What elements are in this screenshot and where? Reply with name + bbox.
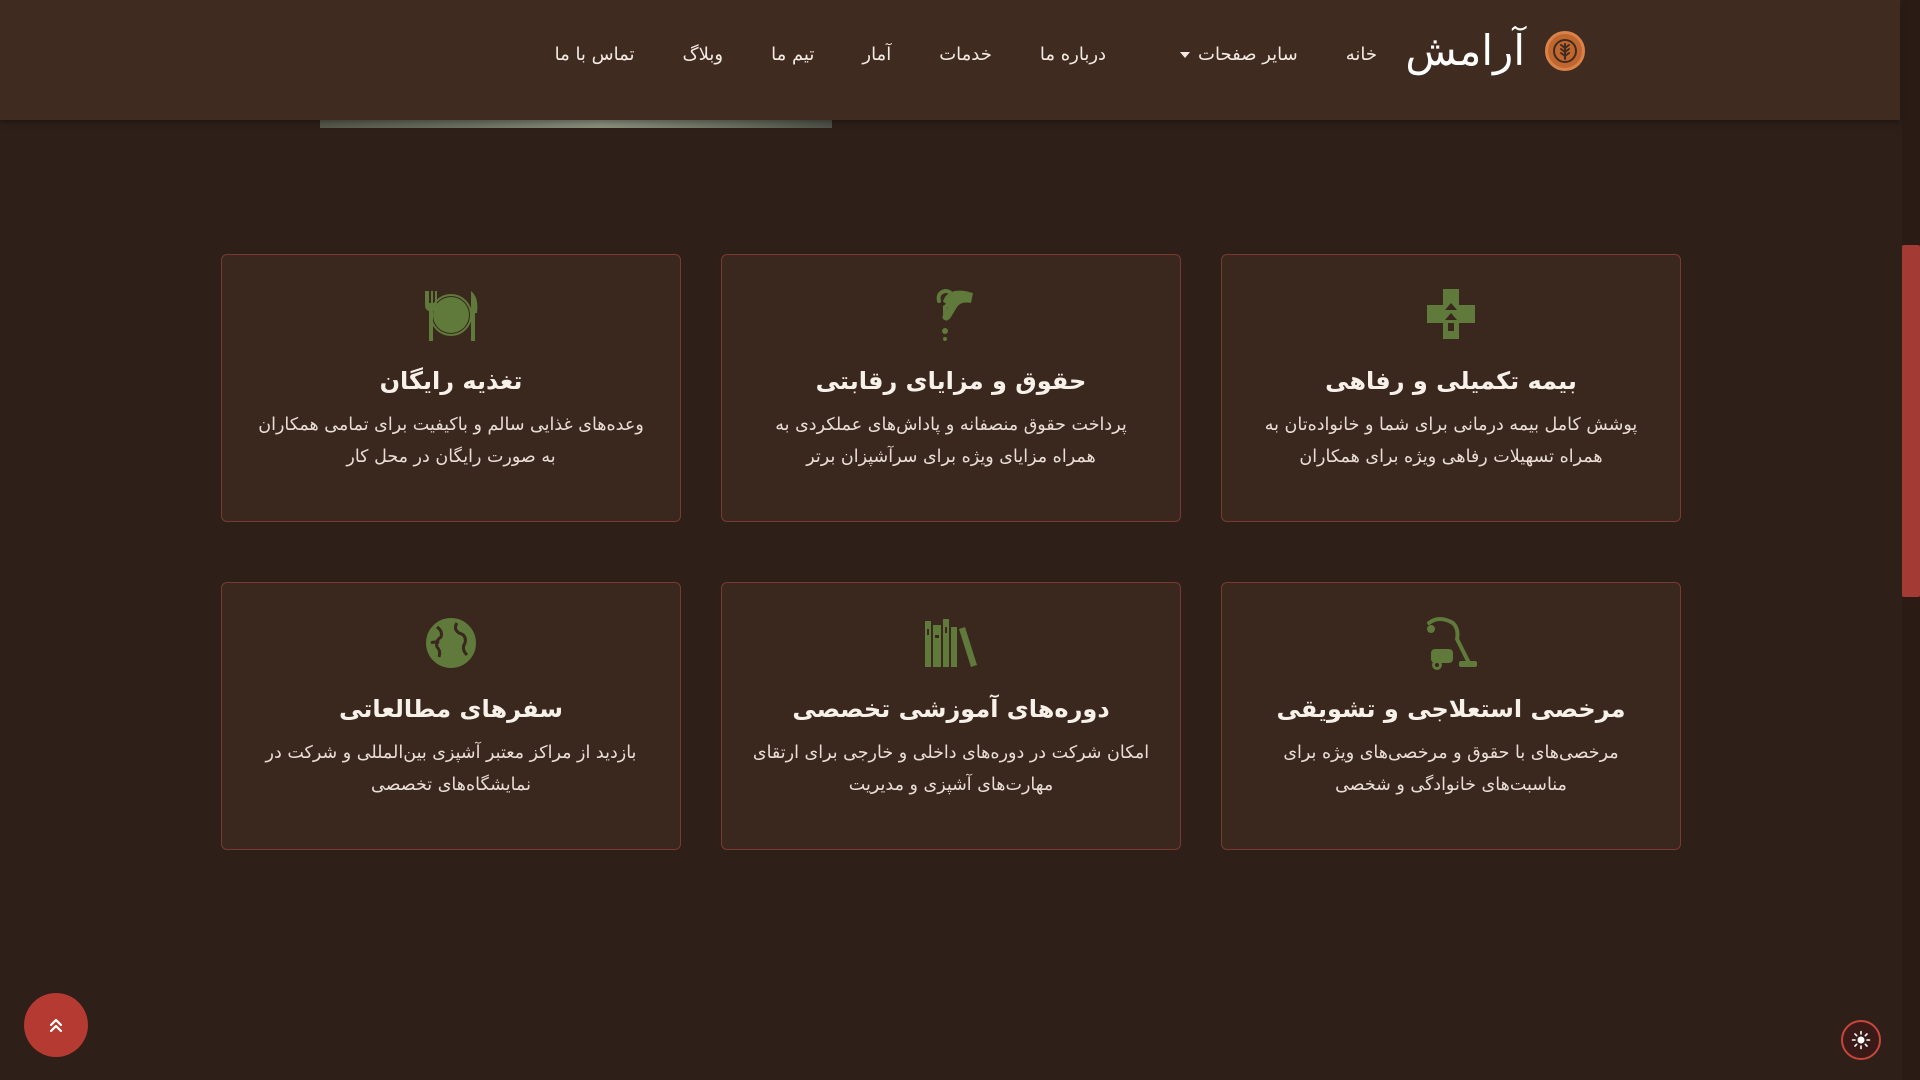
scrollbar-thumb[interactable] [1902,245,1920,597]
card-title: حقوق و مزایای رقابتی [815,367,1087,395]
health-insurance-icon [1421,287,1481,343]
card-description: وعده‌های غذایی سالم و باکیفیت برای تمامی… [258,415,644,467]
nav-item-blog[interactable]: وبلاگ [683,44,724,65]
card-title: مرخصی استعلاجی و تشویقی [1276,695,1626,723]
main-nav: خانه سایر صفحات درباره ما خدمات آمار تیم… [555,44,1377,65]
card-description: پرداخت حقوق منصفانه و پاداش‌های عملکردی … [775,415,1127,467]
nav-item-about[interactable]: درباره ما [1040,44,1106,65]
card-description: پوشش کامل بیمه درمانی برای شما و خانواده… [1264,415,1638,467]
benefit-card-food: تغذیه رایگان وعده‌های غذایی سالم و باکیف… [221,254,681,522]
card-description: مرخصی‌های با حقوق و مرخصی‌های ویژه برای … [1283,743,1619,795]
benefit-card-leave: مرخصی استعلاجی و تشویقی مرخصی‌های با حقو… [1221,582,1681,850]
caret-down-icon [1180,51,1191,58]
card-title: بیمه تکمیلی و رفاهی [1325,367,1577,395]
vacuum-icon [1421,615,1481,671]
hand-money-icon [921,287,981,343]
benefit-card-insurance: بیمه تکمیلی و رفاهی پوشش کامل بیمه درمان… [1221,254,1681,522]
card-title: دوره‌های آموزشی تخصصی [792,695,1110,723]
card-description: امکان شرکت در دوره‌های داخلی و خارجی برا… [752,743,1150,795]
wheat-icon[interactable] [1545,31,1585,71]
double-chevron-up-icon [49,1018,63,1033]
theme-toggle-button[interactable] [1841,1020,1881,1060]
nav-item-other-pages[interactable]: سایر صفحات [1180,44,1298,65]
brand-name[interactable]: آرامش [1405,30,1525,72]
nav-item-stats[interactable]: آمار [862,44,891,65]
page: آرامش خانه سایر صفحات درباره ما خدمات آم… [0,0,1920,1080]
nav-item-label: سایر صفحات [1198,44,1298,65]
nav-item-home[interactable]: خانه [1346,44,1377,65]
nav-item-services[interactable]: خدمات [939,44,992,65]
card-description: بازدید از مراکز معتبر آشپزی بین‌المللی و… [265,743,637,795]
benefit-card-salary: حقوق و مزایای رقابتی پرداخت حقوق منصفانه… [721,254,1181,522]
globe-icon [421,615,481,671]
nav-item-contact[interactable]: تماس با ما [555,44,635,65]
benefit-card-courses: دوره‌های آموزشی تخصصی امکان شرکت در دوره… [721,582,1181,850]
back-to-top-button[interactable] [24,993,88,1057]
nav-item-team[interactable]: تیم ما [771,44,814,65]
card-title: سفرهای مطالعاتی [339,695,563,723]
plate-utensils-icon [421,287,481,343]
benefit-card-trips: سفرهای مطالعاتی بازدید از مراکز معتبر آش… [221,582,681,850]
card-title: تغذیه رایگان [379,367,523,395]
books-icon [921,615,981,671]
site-header: آرامش خانه سایر صفحات درباره ما خدمات آم… [0,0,1900,120]
sun-icon [1851,1030,1871,1050]
brand[interactable]: آرامش [1405,30,1585,72]
